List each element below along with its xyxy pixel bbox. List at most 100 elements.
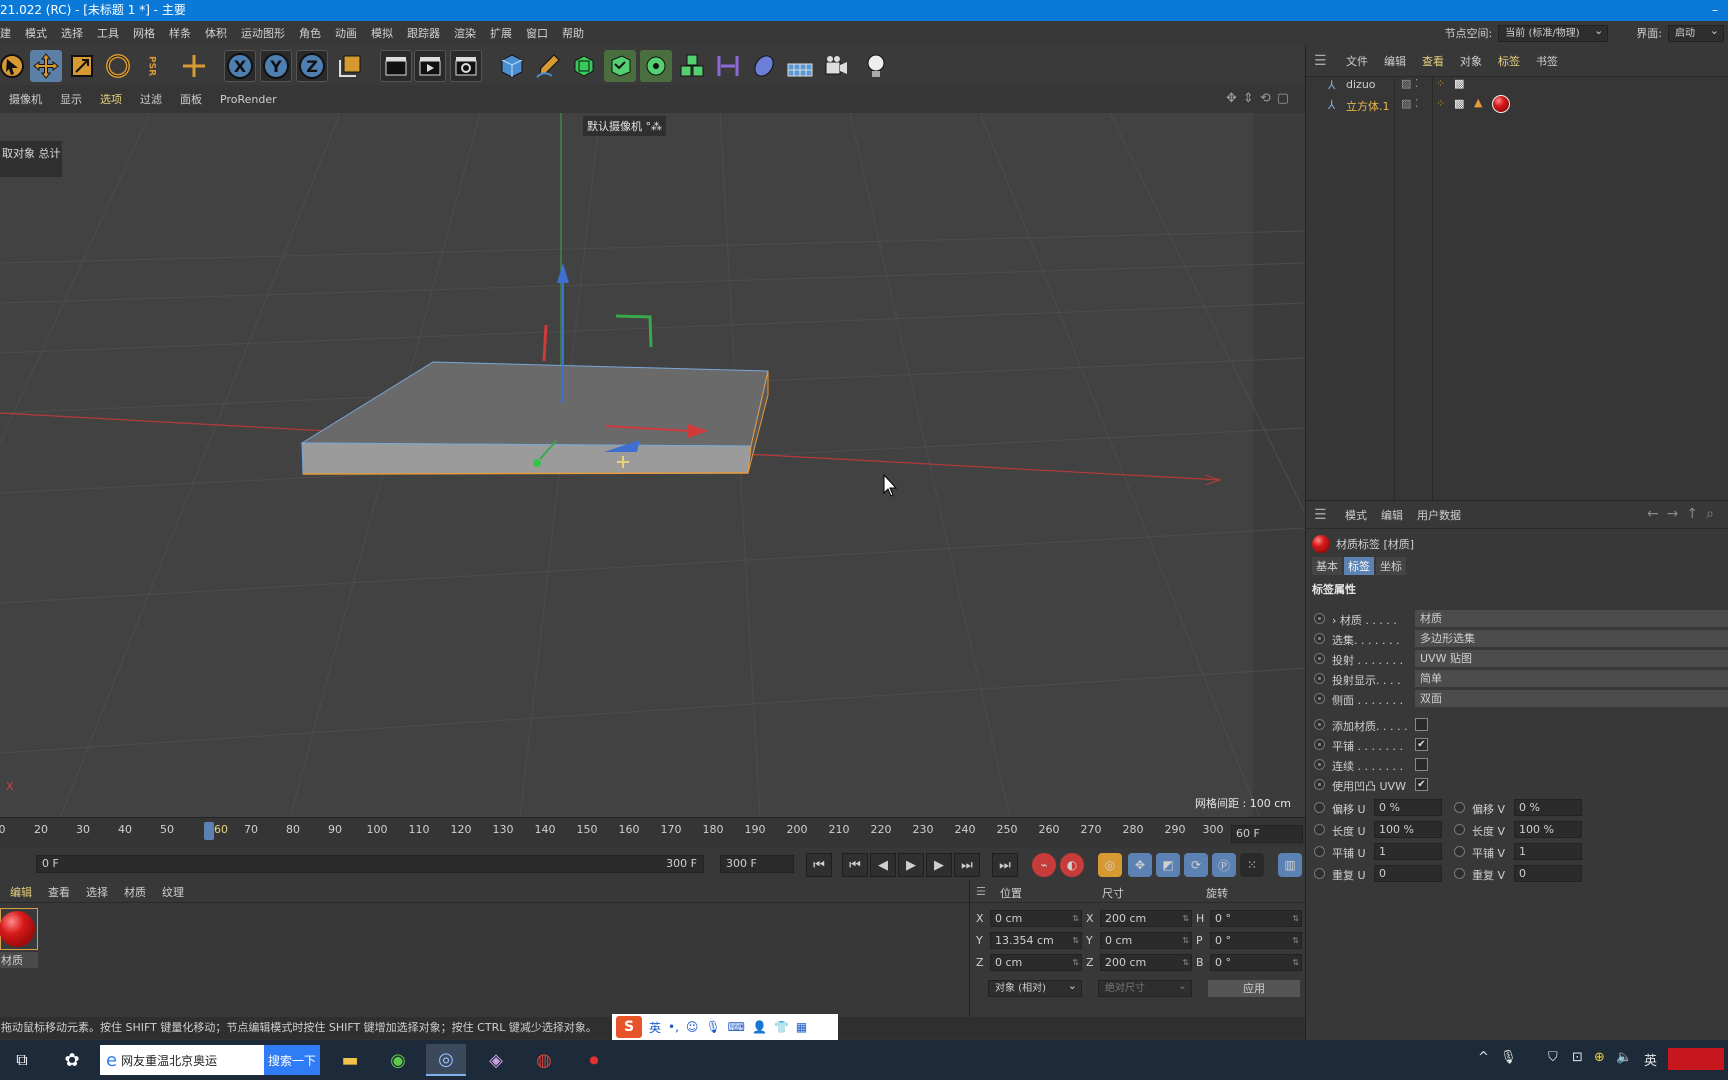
recent-tool[interactable] bbox=[178, 50, 210, 82]
menu-item-create[interactable]: 建 bbox=[0, 25, 18, 41]
material-swatch[interactable] bbox=[0, 908, 38, 950]
file-explorer-icon[interactable]: ▬ bbox=[330, 1044, 370, 1076]
ime-language[interactable]: 英 bbox=[649, 1019, 661, 1036]
interface-select[interactable]: 启动 bbox=[1668, 23, 1724, 42]
animate-dot-icon[interactable] bbox=[1454, 824, 1465, 835]
tray-language[interactable]: 英 bbox=[1644, 1050, 1657, 1069]
size-y-field[interactable]: 0 cm bbox=[1100, 932, 1192, 949]
menu-item-spline[interactable]: 样条 bbox=[162, 25, 198, 41]
selection-field[interactable]: 多边形选集 bbox=[1415, 630, 1728, 647]
key-parameter-button[interactable]: Ⓟ bbox=[1212, 853, 1236, 877]
tag-material-icon[interactable] bbox=[1492, 95, 1510, 113]
object-row-cube[interactable]: ⅄ 立方体.1 ▨ ⁚ ⁘ ▩ ▲ bbox=[1306, 95, 1728, 115]
timeline-window-button[interactable]: ▥ bbox=[1278, 853, 1302, 877]
object-name[interactable]: dizuo bbox=[1346, 78, 1376, 91]
render-view-button[interactable] bbox=[380, 50, 412, 82]
viewport-menu-panel[interactable]: 面板 bbox=[171, 91, 211, 107]
menu-item-window[interactable]: 窗口 bbox=[519, 25, 555, 41]
keyframe-selection-button[interactable]: ◎ bbox=[1098, 853, 1122, 877]
material-menu-edit[interactable]: 编辑 bbox=[0, 884, 40, 900]
menu-item-character[interactable]: 角色 bbox=[292, 25, 328, 41]
psr-tool[interactable]: PSR bbox=[138, 50, 164, 82]
tag-warning-icon[interactable]: ▲ bbox=[1474, 96, 1482, 109]
rotate-tool[interactable] bbox=[102, 50, 134, 82]
skin-icon[interactable]: 👕 bbox=[774, 1020, 789, 1034]
animate-dot-icon[interactable] bbox=[1314, 653, 1325, 664]
animate-dot-icon[interactable] bbox=[1314, 613, 1325, 624]
hamburger-icon[interactable]: ☰ bbox=[1314, 53, 1328, 69]
menu-item-tracker[interactable]: 跟踪器 bbox=[400, 25, 447, 41]
position-x-field[interactable]: 0 cm bbox=[990, 910, 1082, 927]
screen-recorder-icon[interactable]: ⏺ bbox=[574, 1044, 614, 1076]
rotation-h-field[interactable]: 0 ° bbox=[1210, 910, 1302, 927]
play-button[interactable]: ▶ bbox=[898, 853, 924, 877]
menu-item-help[interactable]: 帮助 bbox=[555, 25, 591, 41]
animate-dot-icon[interactable] bbox=[1314, 846, 1325, 857]
attr-menu-mode[interactable]: 模式 bbox=[1338, 507, 1374, 523]
viewport-menu-display[interactable]: 显示 bbox=[51, 91, 91, 107]
object-menu-tags[interactable]: 标签 bbox=[1490, 53, 1528, 69]
tray-volume-icon[interactable]: 🔈 bbox=[1616, 1050, 1632, 1065]
animate-dot-icon[interactable] bbox=[1314, 868, 1325, 879]
tray-shield-icon[interactable]: ⛉ bbox=[1548, 1050, 1558, 1065]
tray-network-icon[interactable]: ⊡ bbox=[1572, 1050, 1583, 1065]
side-select[interactable]: 双面 bbox=[1415, 690, 1728, 707]
material-link-field[interactable]: 材质 bbox=[1415, 610, 1728, 627]
max-frame-field[interactable]: 300 F bbox=[720, 855, 794, 873]
tab-basic[interactable]: 基本 bbox=[1312, 557, 1342, 575]
object-menu-edit[interactable]: 编辑 bbox=[1376, 53, 1414, 69]
size-x-field[interactable]: 200 cm bbox=[1100, 910, 1192, 927]
material-menu-material[interactable]: 材质 bbox=[116, 884, 154, 900]
default-camera-label[interactable]: 默认摄像机 °⁂ bbox=[583, 116, 666, 136]
offset-u-field[interactable]: 0 % bbox=[1374, 799, 1442, 816]
next-key-button[interactable]: ⏭ bbox=[954, 853, 980, 877]
length-u-field[interactable]: 100 % bbox=[1374, 821, 1442, 838]
viewport-menu-filter[interactable]: 过滤 bbox=[131, 91, 171, 107]
menu-item-simulate[interactable]: 模拟 bbox=[364, 25, 400, 41]
material-menu-view[interactable]: 查看 bbox=[40, 884, 78, 900]
tray-microphone-icon[interactable]: 🎙 bbox=[1500, 1050, 1517, 1065]
key-position-button[interactable]: ✥ bbox=[1128, 853, 1152, 877]
position-y-field[interactable]: 13.354 cm bbox=[990, 932, 1082, 949]
animate-dot-icon[interactable] bbox=[1314, 739, 1325, 750]
scale-tool[interactable] bbox=[66, 50, 98, 82]
apply-button[interactable]: 应用 bbox=[1208, 980, 1300, 997]
menu-item-render[interactable]: 渲染 bbox=[447, 25, 483, 41]
tag-checker-icon[interactable]: ▩ bbox=[1454, 97, 1464, 110]
render-settings-button[interactable] bbox=[450, 50, 482, 82]
y-axis-lock[interactable]: Y bbox=[260, 50, 292, 82]
tab-coordinates[interactable]: 坐标 bbox=[1376, 557, 1406, 575]
menu-item-mesh[interactable]: 网格 bbox=[126, 25, 162, 41]
animate-dot-icon[interactable] bbox=[1314, 802, 1325, 813]
edit-visibility-icon[interactable]: ▨ ⁚ bbox=[1401, 77, 1418, 90]
animate-dot-icon[interactable] bbox=[1314, 824, 1325, 835]
coordinate-mode-select[interactable]: 对象 (相对) bbox=[988, 978, 1082, 997]
timeline-ruler[interactable]: 0 20 30 40 50 60 70 80 90 100 110 120 13… bbox=[0, 818, 1305, 847]
move-tool[interactable] bbox=[30, 50, 62, 82]
menu-item-extensions[interactable]: 扩展 bbox=[483, 25, 519, 41]
gizmo-plane-handle[interactable] bbox=[615, 314, 653, 348]
chrome-icon[interactable]: ◍ bbox=[524, 1044, 564, 1076]
add-cloner-button[interactable] bbox=[640, 50, 672, 82]
cube-front-face[interactable] bbox=[301, 442, 752, 475]
offset-v-field[interactable]: 0 % bbox=[1514, 799, 1582, 816]
x-axis-lock[interactable]: X bbox=[224, 50, 256, 82]
minimize-button[interactable]: – bbox=[1712, 0, 1718, 21]
object-menu-bookmarks[interactable]: 书签 bbox=[1528, 53, 1566, 69]
prev-key-button[interactable]: ⏮ bbox=[842, 853, 868, 877]
add-floor-button[interactable] bbox=[784, 50, 816, 82]
key-rotation-button[interactable]: ⟳ bbox=[1184, 853, 1208, 877]
user-icon[interactable]: 👤 bbox=[752, 1020, 767, 1034]
gizmo-rot-handle[interactable] bbox=[542, 324, 548, 362]
perspective-viewport[interactable]: 取对象 总计 默认摄像机 °⁂ 网格间距 : 100 cm X bbox=[0, 113, 1305, 818]
add-subdivision-button[interactable] bbox=[568, 50, 600, 82]
add-deformer-button[interactable] bbox=[712, 50, 744, 82]
seamless-checkbox[interactable] bbox=[1415, 758, 1428, 771]
green-app-icon[interactable]: ◉ bbox=[378, 1044, 418, 1076]
projection-display-select[interactable]: 简单 bbox=[1415, 670, 1728, 687]
viewport-menu-options[interactable]: 选项 bbox=[91, 91, 131, 107]
apps-grid-icon[interactable]: ▦ bbox=[796, 1020, 807, 1034]
material-menu-select[interactable]: 选择 bbox=[78, 884, 116, 900]
live-selection-tool[interactable] bbox=[0, 50, 28, 82]
add-pen-button[interactable] bbox=[532, 50, 564, 82]
